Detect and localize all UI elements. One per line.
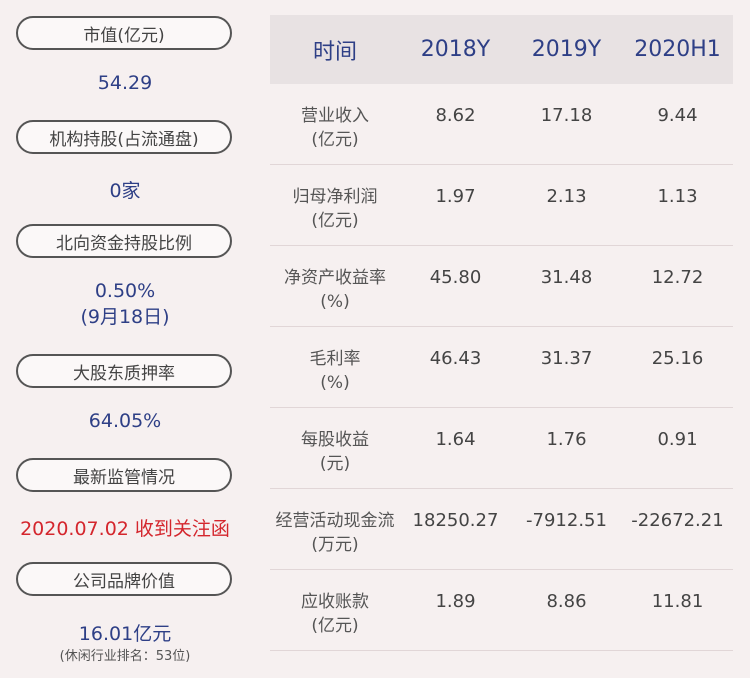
cell-value: 46.43 xyxy=(429,348,482,369)
table-row: 毛利率 (%) 46.43 31.37 25.16 xyxy=(270,327,733,408)
table-row: 应收账款 (亿元) 1.89 8.86 11.81 xyxy=(270,570,733,651)
cell-value: 0.91 xyxy=(657,429,698,450)
row-label: 毛利率 (%) xyxy=(270,327,400,395)
header-2019y: 2019Y xyxy=(531,37,602,62)
brand-value-value: 16.01亿元 xyxy=(78,623,172,645)
market-cap-label: 市值(亿元) xyxy=(16,16,232,50)
cell-value: 8.62 xyxy=(435,105,476,126)
cell-value: 11.81 xyxy=(651,591,704,612)
cell-value: 1.76 xyxy=(546,429,587,450)
row-label: 归母净利润 (亿元) xyxy=(270,165,400,233)
cell-value: -7912.51 xyxy=(526,510,607,531)
market-cap-value: 54.29 xyxy=(97,72,153,94)
row-label: 营业收入 (亿元) xyxy=(270,84,400,152)
cell-value: 12.72 xyxy=(651,267,704,288)
row-label-unit: (%) xyxy=(320,292,350,312)
header-time: 时间 xyxy=(312,39,357,65)
northbound-ratio-label: 北向资金持股比例 xyxy=(16,224,232,258)
regulation-value: 2020.07.02 收到关注函 xyxy=(20,518,230,540)
header-2020h1: 2020H1 xyxy=(634,37,721,62)
row-label-unit: (亿元) xyxy=(311,616,359,636)
row-label: 应收账款 (亿元) xyxy=(270,570,400,638)
regulation-label: 最新监管情况 xyxy=(16,458,232,492)
cell-value: 31.37 xyxy=(540,348,593,369)
cell-value: 1.13 xyxy=(657,186,698,207)
row-label-unit: (元) xyxy=(319,454,351,474)
row-label-main: 毛利率 xyxy=(309,349,361,369)
cell-value: 1.97 xyxy=(435,186,476,207)
row-label-main: 净资产收益率 xyxy=(284,268,386,288)
cell-value: 25.16 xyxy=(651,348,704,369)
northbound-ratio-block: 0.50% (9月18日) xyxy=(0,280,250,329)
row-label-main: 归母净利润 xyxy=(292,187,378,207)
row-label-main: 营业收入 xyxy=(301,106,369,126)
cell-value: 31.48 xyxy=(540,267,593,288)
institutional-holdings-label: 机构持股(占流通盘) xyxy=(16,120,232,154)
northbound-ratio-value: 0.50% xyxy=(94,280,156,302)
row-label-main: 应收账款 xyxy=(301,592,369,612)
table-row: 净资产收益率 (%) 45.80 31.48 12.72 xyxy=(270,246,733,327)
header-2018y: 2018Y xyxy=(420,37,491,62)
table-row: 每股收益 (元) 1.64 1.76 0.91 xyxy=(270,408,733,489)
row-label: 经营活动现金流 (万元) xyxy=(270,489,400,557)
row-label-unit: (%) xyxy=(320,373,350,393)
table-row: 归母净利润 (亿元) 1.97 2.13 1.13 xyxy=(270,165,733,246)
row-label-unit: (亿元) xyxy=(311,211,359,231)
row-label: 净资产收益率 (%) xyxy=(270,246,400,314)
northbound-ratio-date: (9月18日) xyxy=(80,306,170,328)
pledge-rate-value: 64.05% xyxy=(88,410,162,432)
cell-value: 9.44 xyxy=(657,105,698,126)
table-row: 经营活动现金流 (万元) 18250.27 -7912.51 -22672.21 xyxy=(270,489,733,570)
row-label-unit: (亿元) xyxy=(311,130,359,150)
row-label-unit: (万元) xyxy=(311,535,359,555)
financial-table: 时间 2018Y 2019Y 2020H1 营业收入 (亿元) 8.62 17.… xyxy=(270,15,733,651)
cell-value: 45.80 xyxy=(429,267,482,288)
cell-value: 1.64 xyxy=(435,429,476,450)
brand-value-note: (休闲行业排名：53位) xyxy=(59,649,191,664)
cell-value: 17.18 xyxy=(540,105,593,126)
cell-value: 8.86 xyxy=(546,591,587,612)
institutional-holdings-value: 0家 xyxy=(109,180,141,202)
pledge-rate-label: 大股东质押率 xyxy=(16,354,232,388)
row-label-main: 每股收益 xyxy=(301,430,369,450)
cell-value: 18250.27 xyxy=(412,510,499,531)
row-label: 每股收益 (元) xyxy=(270,408,400,476)
row-label-main: 经营活动现金流 xyxy=(275,511,395,531)
table-row: 营业收入 (亿元) 8.62 17.18 9.44 xyxy=(270,84,733,165)
cell-value: 2.13 xyxy=(546,186,587,207)
cell-value: -22672.21 xyxy=(631,510,724,531)
brand-value-label: 公司品牌价值 xyxy=(16,562,232,596)
table-header: 时间 2018Y 2019Y 2020H1 xyxy=(270,15,733,84)
cell-value: 1.89 xyxy=(435,591,476,612)
